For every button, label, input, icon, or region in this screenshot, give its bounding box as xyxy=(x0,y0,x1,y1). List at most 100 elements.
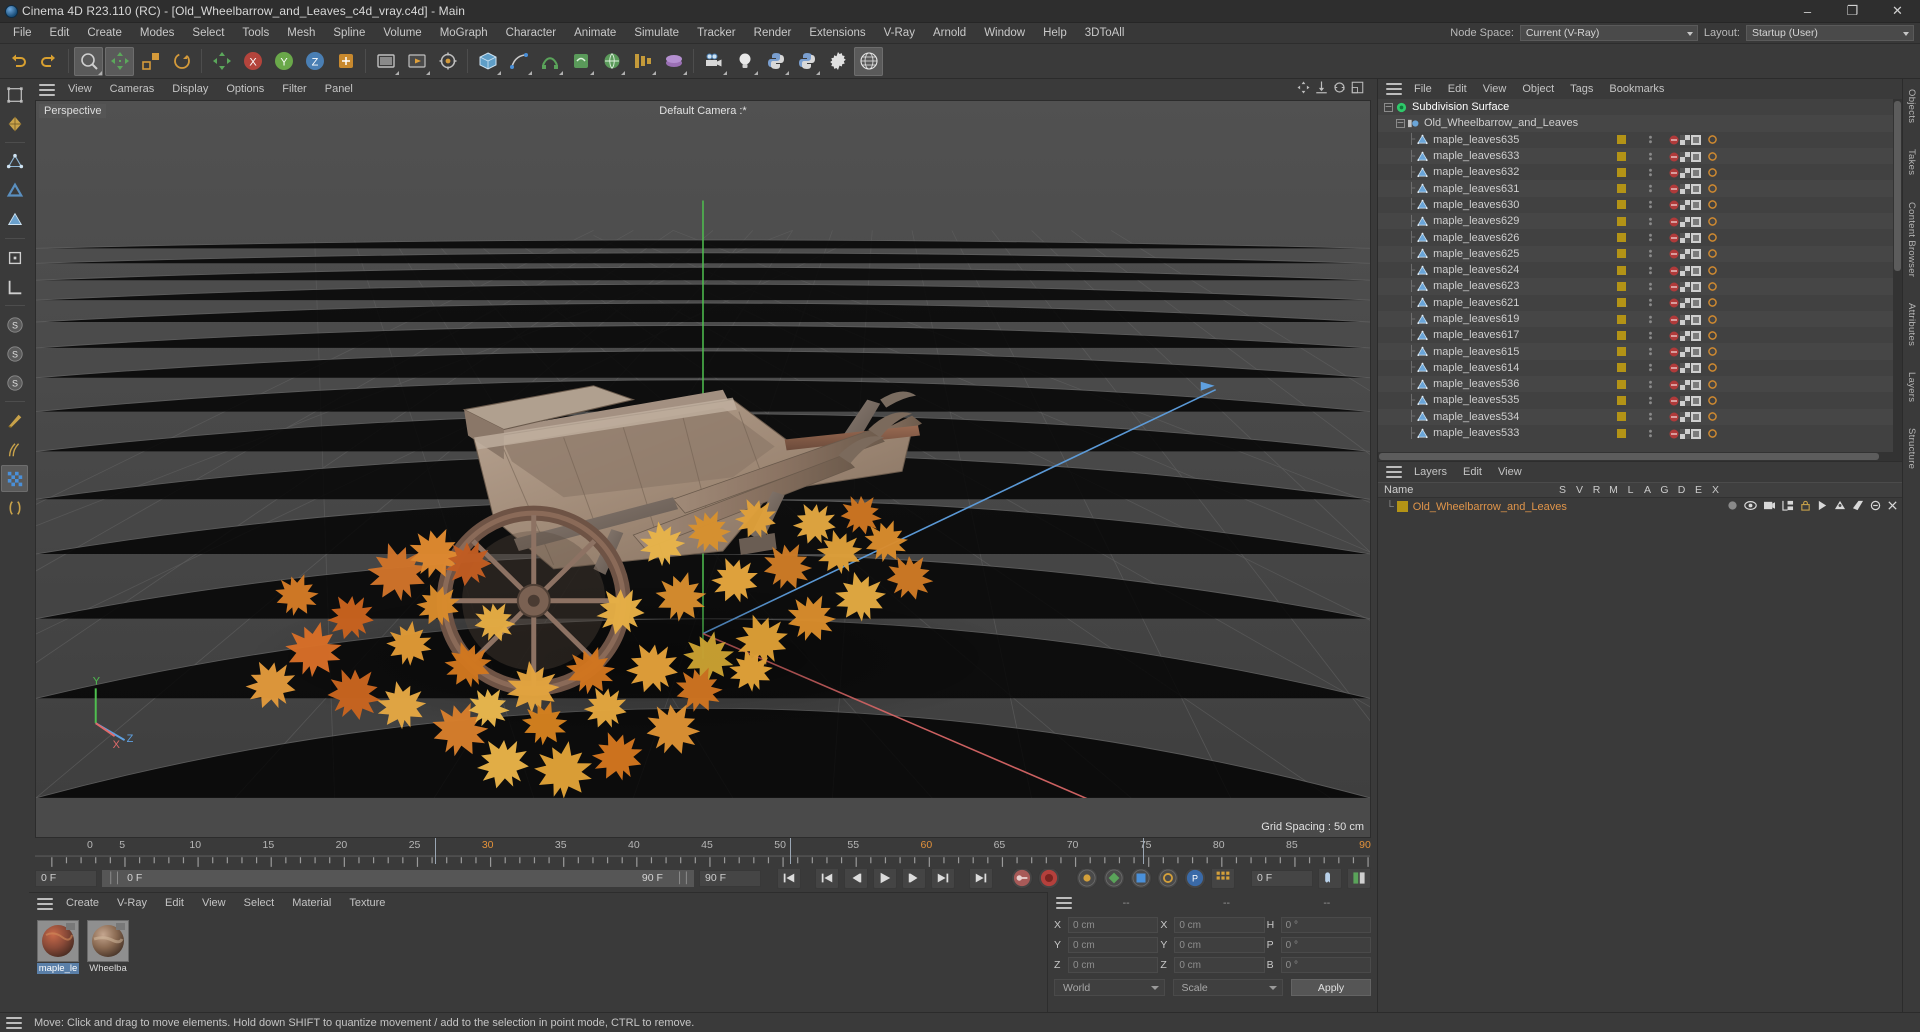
modeling-deformer-icon[interactable] xyxy=(566,47,595,76)
expander-icon[interactable]: ─ xyxy=(1396,118,1405,128)
uvw-tag-icon[interactable] xyxy=(1680,200,1690,211)
vray-tag-icon[interactable] xyxy=(1708,216,1717,226)
uvw-tag-icon[interactable] xyxy=(1680,347,1690,358)
tab-layers[interactable]: Layers xyxy=(1906,368,1917,406)
visibility-dot-icon[interactable] xyxy=(1646,168,1655,177)
previous-frame-button[interactable] xyxy=(844,867,868,889)
coord-field-size-x[interactable]: 0 cm xyxy=(1174,917,1265,933)
visibility-dot-icon[interactable] xyxy=(1646,331,1655,340)
layer-color-swatch[interactable] xyxy=(1396,501,1408,512)
material-tag-icon[interactable] xyxy=(1617,281,1626,291)
menu-edit[interactable]: Edit xyxy=(41,23,79,44)
phong-tag-icon[interactable] xyxy=(1669,347,1679,357)
material-preview-maple[interactable] xyxy=(37,920,79,962)
vray-tag-icon[interactable] xyxy=(1708,428,1717,438)
apply-button[interactable]: Apply xyxy=(1291,979,1371,996)
om-menu-edit[interactable]: Edit xyxy=(1440,79,1475,99)
status-hamburger-icon[interactable] xyxy=(6,1016,22,1029)
viewport-menu-panel[interactable]: Panel xyxy=(316,79,362,100)
end-frame-field[interactable]: 90 F xyxy=(699,869,761,887)
selection-tag-icon[interactable] xyxy=(1691,347,1701,358)
polygon-mode-icon[interactable] xyxy=(1,206,28,233)
python-generator-icon[interactable] xyxy=(792,47,821,76)
material-tag-icon[interactable] xyxy=(1617,216,1626,226)
menu-create[interactable]: Create xyxy=(78,23,131,44)
selection-tag-icon[interactable] xyxy=(1691,249,1701,260)
selection-tag-icon[interactable] xyxy=(1691,135,1701,146)
object-tree-row[interactable]: ├ maple_leaves626 xyxy=(1378,229,1902,245)
scale-tool-icon[interactable] xyxy=(136,47,165,76)
phong-tag-icon[interactable] xyxy=(1669,233,1679,243)
phong-tag-icon[interactable] xyxy=(1669,380,1679,390)
selection-tag-icon[interactable] xyxy=(1691,314,1701,325)
next-frame-button[interactable] xyxy=(902,867,926,889)
menu-3dtoall[interactable]: 3DToAll xyxy=(1076,23,1134,44)
tab-attributes[interactable]: Attributes xyxy=(1906,299,1917,350)
rotate-view-icon[interactable] xyxy=(1332,80,1347,100)
material-tag-icon[interactable] xyxy=(1617,184,1626,194)
enable-snap-s3-icon[interactable]: S xyxy=(1,369,28,396)
phong-tag-icon[interactable] xyxy=(1669,429,1679,439)
model-mode-icon[interactable] xyxy=(1,81,28,108)
visibility-dot-icon[interactable] xyxy=(1646,396,1655,405)
visibility-dot-icon[interactable] xyxy=(1646,282,1655,291)
maximize-button[interactable]: ❐ xyxy=(1830,0,1875,23)
uvw-tag-icon[interactable] xyxy=(1680,314,1690,325)
vray-tag-icon[interactable] xyxy=(1708,200,1717,210)
vray-tag-icon[interactable] xyxy=(1708,298,1717,308)
object-manager-hamburger-icon[interactable] xyxy=(1386,83,1402,95)
coord-field-pos-z[interactable]: 0 cm xyxy=(1068,957,1159,973)
phong-tag-icon[interactable] xyxy=(1669,217,1679,227)
layer-expression-icon[interactable] xyxy=(1870,500,1881,514)
om-menu-view[interactable]: View xyxy=(1475,79,1515,99)
object-tree-row[interactable]: ├ maple_leaves624 xyxy=(1378,262,1902,278)
material-menu-material[interactable]: Material xyxy=(283,893,340,914)
selection-tag-icon[interactable] xyxy=(1691,167,1701,178)
uvw-tag-icon[interactable] xyxy=(1680,265,1690,276)
cube-primitive-icon[interactable] xyxy=(473,47,502,76)
nurbs-generator-icon[interactable] xyxy=(535,47,564,76)
object-tree-row[interactable]: ├ maple_leaves615 xyxy=(1378,343,1902,360)
phong-tag-icon[interactable] xyxy=(1669,266,1679,276)
vray-tag-icon[interactable] xyxy=(1708,282,1717,291)
keyframe-param-icon[interactable] xyxy=(1157,867,1179,889)
object-tree-row[interactable]: ├ maple_leaves633 xyxy=(1378,147,1902,165)
menu-tracker[interactable]: Tracker xyxy=(688,23,745,44)
layer-manager-icon[interactable] xyxy=(1782,500,1794,514)
layout-select[interactable]: Startup (User) xyxy=(1746,25,1914,41)
vray-tag-icon[interactable] xyxy=(1708,184,1717,193)
object-tree-row[interactable]: ├ maple_leaves617 xyxy=(1378,327,1902,343)
axis-z-icon[interactable]: Z xyxy=(300,47,329,76)
uvw-tag-icon[interactable] xyxy=(1680,216,1690,227)
uvw-tag-icon[interactable] xyxy=(1680,330,1690,341)
menu-character[interactable]: Character xyxy=(497,23,566,44)
uvw-tag-icon[interactable] xyxy=(1680,249,1690,260)
globe-icon[interactable] xyxy=(854,46,883,76)
material-tag-icon[interactable] xyxy=(1617,314,1626,324)
om-menu-object[interactable]: Object xyxy=(1514,79,1562,99)
viewport-menu-options[interactable]: Options xyxy=(217,79,273,100)
mograph-array-icon[interactable] xyxy=(628,47,657,76)
menu-vray[interactable]: V-Ray xyxy=(875,23,924,44)
uvw-tag-icon[interactable] xyxy=(1680,298,1690,309)
material-hamburger-icon[interactable] xyxy=(37,897,53,910)
vray-tag-icon[interactable] xyxy=(1708,151,1717,161)
om-menu-file[interactable]: File xyxy=(1406,79,1440,99)
material-menu-view[interactable]: View xyxy=(193,893,235,914)
material-tag-icon[interactable] xyxy=(1617,151,1626,161)
material-tag-icon[interactable] xyxy=(1617,298,1626,308)
object-tree-row[interactable]: ├ maple_leaves614 xyxy=(1378,360,1902,376)
object-tree-row[interactable]: ├ maple_leaves631 xyxy=(1378,180,1902,197)
object-tree-list[interactable]: ─ Subdivision Surface ─ Old_Wheelbarrow_and… xyxy=(1378,99,1902,452)
object-tree-hscrollbar[interactable] xyxy=(1378,452,1902,461)
phong-tag-icon[interactable] xyxy=(1669,331,1679,341)
visibility-dot-icon[interactable] xyxy=(1646,347,1655,356)
visibility-dot-icon[interactable] xyxy=(1646,380,1655,389)
uvw-tag-icon[interactable] xyxy=(1680,135,1690,146)
world-coordinate-icon[interactable] xyxy=(331,47,360,76)
keyframe-rotation-icon[interactable] xyxy=(1130,867,1152,889)
layer-render-icon[interactable] xyxy=(1763,500,1776,514)
phong-tag-icon[interactable] xyxy=(1669,249,1679,259)
layer-generator-icon[interactable] xyxy=(1834,500,1846,514)
coord-field-pos-y[interactable]: 0 cm xyxy=(1068,937,1159,953)
